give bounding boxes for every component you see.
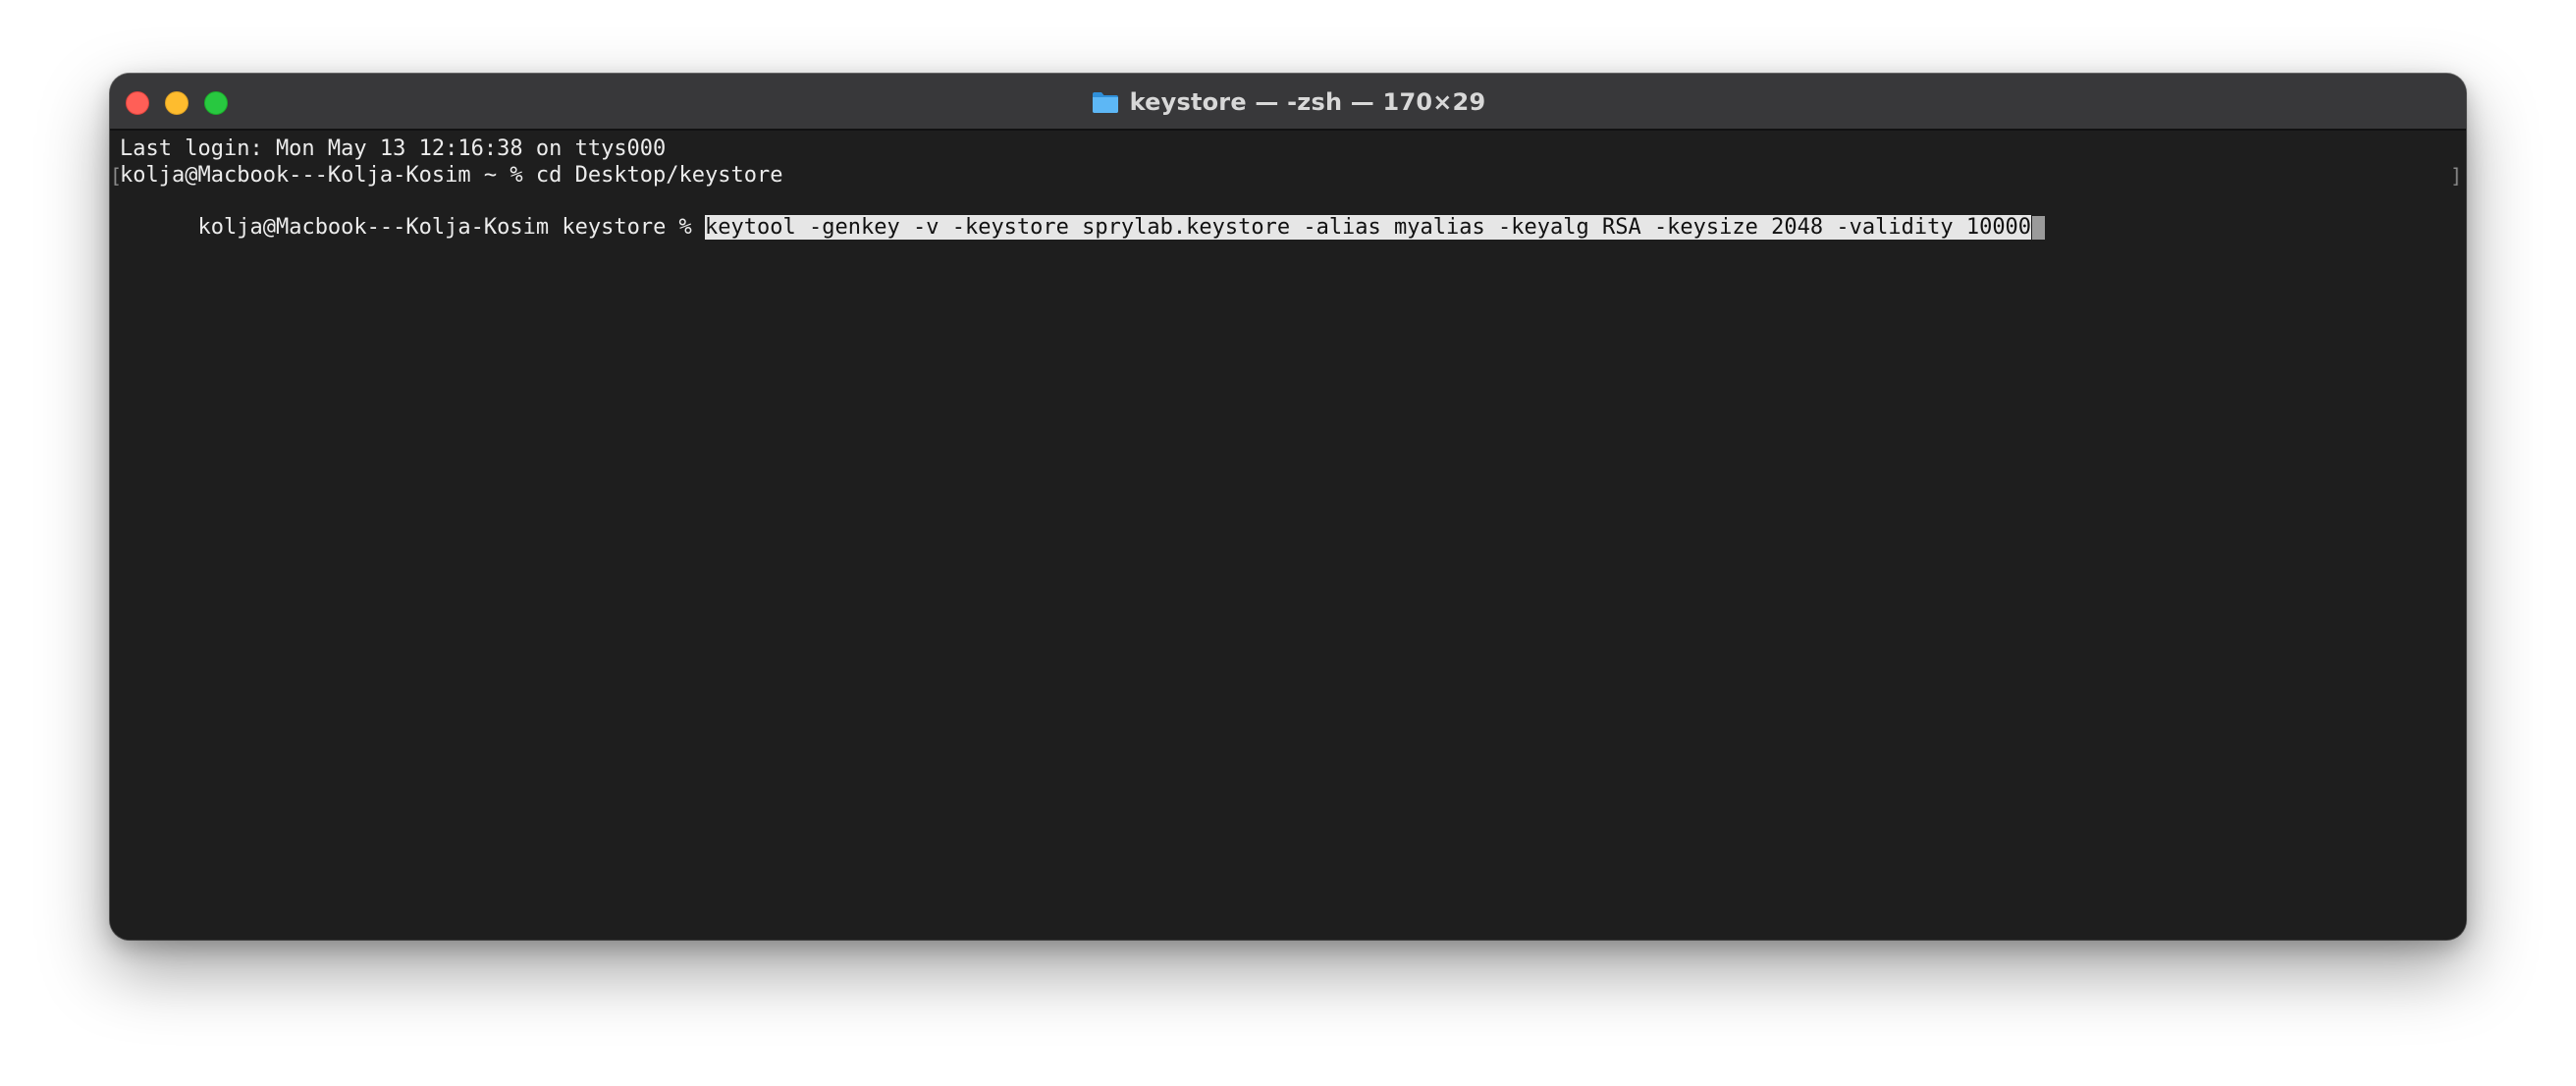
terminal-prompt: kolja@Macbook---Kolja-Kosim keystore % (197, 215, 706, 240)
terminal-line-last-login: Last login: Mon May 13 12:16:38 on ttys0… (120, 136, 667, 161)
folder-icon (1092, 92, 1118, 113)
terminal-line-cd-command: kolja@Macbook---Kolja-Kosim ~ % cd Deskt… (120, 163, 783, 188)
window-title-group: keystore — -zsh — 170×29 (110, 74, 2466, 131)
text-cursor (2032, 216, 2046, 240)
title-bar[interactable]: keystore — -zsh — 170×29 (110, 74, 2466, 131)
window-title: keystore — -zsh — 170×29 (1129, 88, 1486, 116)
selected-command[interactable]: keytool -genkey -v -keystore sprylab.key… (705, 215, 2032, 240)
line-marker-right: ] (2450, 164, 2463, 188)
terminal-output[interactable]: Last login: Mon May 13 12:16:38 on ttys0… (110, 131, 2466, 940)
terminal-current-line[interactable]: kolja@Macbook---Kolja-Kosim keystore % k… (120, 190, 2046, 240)
terminal-window: keystore — -zsh — 170×29 Last login: Mon… (110, 74, 2466, 940)
